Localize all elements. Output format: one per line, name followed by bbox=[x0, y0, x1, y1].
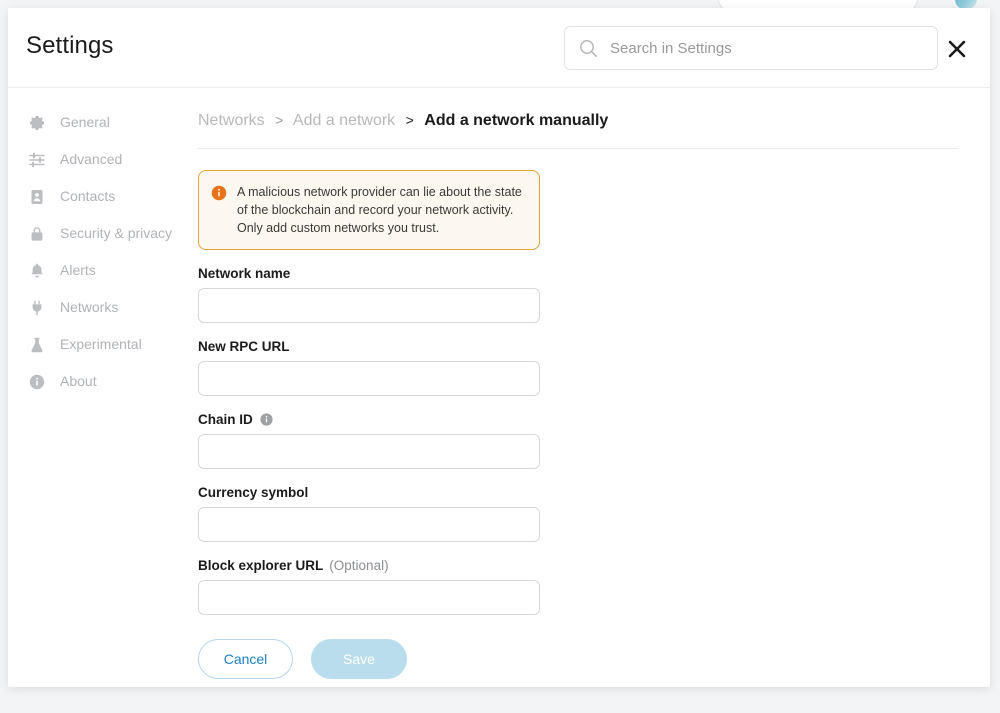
label-text: Network name bbox=[198, 266, 291, 282]
sidebar-item-networks[interactable]: Networks bbox=[8, 289, 193, 326]
field-label-network-name: Network name bbox=[198, 266, 970, 281]
sidebar-item-experimental[interactable]: Experimental bbox=[8, 326, 193, 363]
breadcrumb-networks[interactable]: Networks bbox=[198, 112, 265, 129]
label-text: New RPC URL bbox=[198, 339, 290, 355]
sliders-icon bbox=[28, 151, 46, 169]
lock-icon bbox=[28, 225, 46, 243]
sidebar-item-label: About bbox=[60, 373, 97, 389]
sidebar-item-alerts[interactable]: Alerts bbox=[8, 252, 193, 289]
modal-header: Settings bbox=[8, 8, 990, 88]
new-rpc-url-input[interactable] bbox=[198, 361, 540, 397]
sidebar-item-label: Experimental bbox=[60, 336, 142, 352]
sidebar-item-security-privacy[interactable]: Security & privacy bbox=[8, 215, 193, 252]
flask-icon bbox=[28, 336, 46, 354]
sidebar-item-advanced[interactable]: Advanced bbox=[8, 141, 193, 178]
search-input[interactable] bbox=[610, 39, 923, 57]
chain-id-input[interactable] bbox=[198, 434, 540, 470]
sidebar-item-contacts[interactable]: Contacts bbox=[8, 178, 193, 215]
malicious-network-warning: A malicious network provider can lie abo… bbox=[198, 170, 540, 251]
label-text: Currency symbol bbox=[198, 485, 309, 501]
page-title: Settings bbox=[26, 32, 114, 59]
settings-content: Networks > Add a network > Add a network… bbox=[193, 88, 990, 687]
sidebar-item-about[interactable]: About bbox=[8, 363, 193, 400]
search-icon bbox=[579, 39, 598, 58]
breadcrumb: Networks > Add a network > Add a network… bbox=[198, 88, 958, 149]
info-circle-icon[interactable] bbox=[260, 413, 273, 426]
sidebar-item-label: Security & privacy bbox=[60, 225, 173, 241]
modal-body: General Advanced Contacts Security & pri… bbox=[8, 88, 990, 687]
field-label-new-rpc-url: New RPC URL bbox=[198, 339, 970, 354]
sidebar-item-label: Contacts bbox=[60, 188, 116, 204]
bell-icon bbox=[28, 262, 46, 280]
field-label-chain-id: Chain ID bbox=[198, 412, 970, 427]
sidebar-item-general[interactable]: General bbox=[8, 104, 193, 141]
close-icon[interactable] bbox=[946, 38, 968, 60]
breadcrumb-current: Add a network manually bbox=[424, 112, 609, 129]
breadcrumb-add-a-network[interactable]: Add a network bbox=[293, 112, 395, 129]
label-text: Block explorer URL bbox=[198, 558, 324, 574]
search-box[interactable] bbox=[564, 26, 938, 70]
warning-text: A malicious network provider can lie abo… bbox=[237, 185, 522, 236]
settings-sidebar: General Advanced Contacts Security & pri… bbox=[8, 88, 193, 687]
sidebar-item-label: Networks bbox=[60, 299, 119, 315]
settings-page: Settings Search in Settings General Adva… bbox=[0, 0, 1000, 713]
field-label-block-explorer-url: Block explorer URL (Optional) bbox=[198, 558, 970, 573]
field-label-currency-symbol: Currency symbol bbox=[198, 485, 970, 500]
cancel-button[interactable]: Cancel bbox=[198, 639, 293, 680]
plug-icon bbox=[28, 299, 46, 317]
warning-info-icon bbox=[211, 185, 227, 201]
gear-icon bbox=[28, 114, 46, 132]
sidebar-item-label: Advanced bbox=[60, 151, 123, 167]
settings-modal: Settings Search in Settings General Adva… bbox=[8, 8, 990, 687]
label-text: Chain ID bbox=[198, 412, 253, 428]
info-circle-icon bbox=[28, 373, 46, 391]
contact-card-icon bbox=[28, 188, 46, 206]
sidebar-item-label: Alerts bbox=[60, 262, 96, 278]
block-explorer-url-input[interactable] bbox=[198, 580, 540, 616]
sidebar-item-label: General bbox=[60, 114, 110, 130]
breadcrumb-separator: > bbox=[275, 112, 284, 128]
add-network-form: A malicious network provider can lie abo… bbox=[198, 149, 970, 680]
optional-tag: (Optional) bbox=[329, 558, 389, 574]
currency-symbol-input[interactable] bbox=[198, 507, 540, 543]
breadcrumb-separator: > bbox=[405, 112, 414, 128]
network-name-input[interactable] bbox=[198, 288, 540, 324]
form-actions: Cancel Save bbox=[198, 639, 970, 680]
save-button[interactable]: Save bbox=[311, 639, 407, 680]
